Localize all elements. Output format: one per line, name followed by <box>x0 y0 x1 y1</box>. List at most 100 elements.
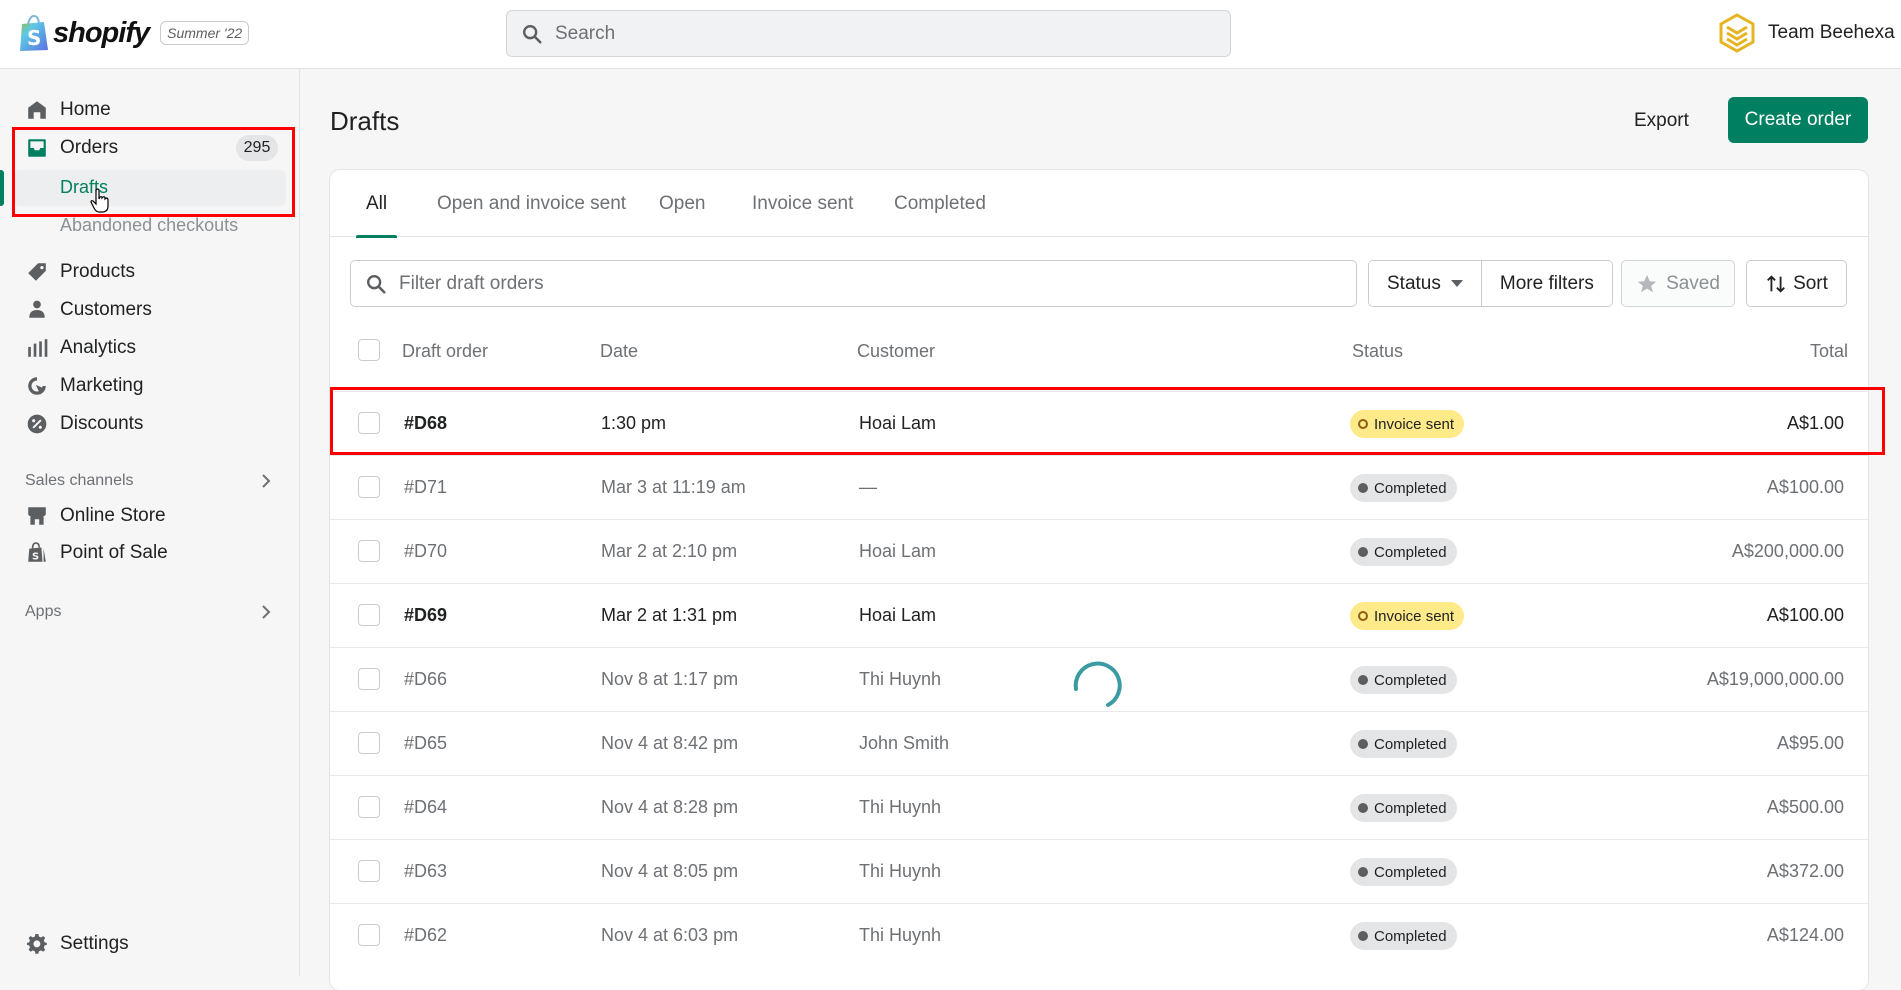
tab-open-and-invoice-sent[interactable]: Open and invoice sent <box>437 170 626 237</box>
header-draft-order[interactable]: Draft order <box>402 341 488 362</box>
sidebar-item-settings[interactable]: Settings <box>26 933 129 955</box>
draft-order-number[interactable]: #D65 <box>404 733 447 754</box>
header-date[interactable]: Date <box>600 341 638 362</box>
draft-date: Mar 3 at 11:19 am <box>601 477 746 497</box>
shopify-logo[interactable]: S shopify Summer '22 <box>18 14 250 52</box>
tab-invoice-sent[interactable]: Invoice sent <box>752 170 853 237</box>
filter-draft-orders[interactable] <box>350 260 1357 307</box>
draft-order-number[interactable]: #D64 <box>404 797 447 818</box>
row-checkbox[interactable] <box>358 924 380 946</box>
table-row[interactable]: #D69 Mar 2 at 1:31 pm Hoai Lam Invoice sent… <box>330 583 1868 647</box>
row-checkbox[interactable] <box>358 540 380 562</box>
sidebar-item-orders[interactable]: Orders <box>26 137 118 159</box>
more-filters-button[interactable]: More filters <box>1480 261 1612 306</box>
sidebar-item-customers[interactable]: Customers <box>26 299 152 321</box>
top-bar: S shopify Summer '22 Team Beehexa <box>0 0 1901 69</box>
sidebar-item-analytics[interactable]: Analytics <box>26 337 136 359</box>
sidebar-item-online-store[interactable]: Online Store <box>26 505 166 527</box>
store-menu[interactable]: Team Beehexa <box>1718 13 1895 53</box>
order-total: A$372.00 <box>1766 861 1844 881</box>
select-all-checkbox[interactable] <box>358 339 380 361</box>
brand-wordmark: shopify <box>53 16 150 49</box>
sort-button[interactable]: Sort <box>1746 260 1847 307</box>
table-row[interactable]: #D64 Nov 4 at 8:28 pm Thi Huynh Completed A$… <box>330 775 1868 839</box>
global-search[interactable] <box>506 10 1231 57</box>
draft-date: 1:30 pm <box>601 413 667 433</box>
draft-order-number[interactable]: #D68 <box>404 413 447 434</box>
store-name: Team Beehexa <box>1768 22 1895 43</box>
status-badge: Completed <box>1350 794 1457 822</box>
apps-heading: Apps <box>25 603 62 620</box>
table-row[interactable]: #D63 Nov 4 at 8:05 pm Thi Huynh Completed A$… <box>330 839 1868 903</box>
status-label: Completed <box>1374 671 1447 689</box>
active-indicator <box>0 170 4 206</box>
sales-channels-heading: Sales channels <box>25 472 134 489</box>
sidebar-item-label: Discounts <box>60 413 144 434</box>
status-label: Completed <box>1374 799 1447 817</box>
row-checkbox[interactable] <box>358 796 380 818</box>
filter-input[interactable] <box>399 272 1299 295</box>
tab-completed[interactable]: Completed <box>894 170 986 237</box>
row-checkbox[interactable] <box>358 860 380 882</box>
row-checkbox[interactable] <box>358 412 380 434</box>
saved-button[interactable]: Saved <box>1621 260 1735 307</box>
status-badge: Completed <box>1350 922 1457 950</box>
table-row[interactable]: #D71 Mar 3 at 11:19 am — Completed A$100.00 <box>330 455 1868 519</box>
bar-chart-icon <box>28 339 48 357</box>
status-dot-icon <box>1358 739 1368 749</box>
status-label: Completed <box>1374 479 1447 497</box>
table-row[interactable]: #D62 Nov 4 at 6:03 pm Thi Huynh Completed A$… <box>330 903 1868 967</box>
svg-text:S: S <box>27 26 41 50</box>
order-total: A$100.00 <box>1766 605 1844 625</box>
sidebar-item-marketing[interactable]: Marketing <box>26 375 143 397</box>
customer-name: — <box>859 477 877 497</box>
table-row[interactable]: #D68 1:30 pm Hoai Lam Invoice sent A$1.00 <box>330 391 1868 455</box>
loading-spinner-icon <box>1073 661 1122 707</box>
sidebar-item-products[interactable]: Products <box>26 261 135 283</box>
draft-order-number[interactable]: #D66 <box>404 669 447 690</box>
season-badge: Summer '22 <box>160 21 250 45</box>
sidebar-subitem-abandoned-checkouts[interactable]: Abandoned checkouts <box>60 215 238 236</box>
pos-bag-icon: S <box>28 542 46 563</box>
orders-icon <box>28 139 46 157</box>
row-checkbox[interactable] <box>358 668 380 690</box>
table-row[interactable]: #D70 Mar 2 at 2:10 pm Hoai Lam Completed A$2… <box>330 519 1868 583</box>
draft-order-number[interactable]: #D70 <box>404 541 447 562</box>
draft-date: Nov 4 at 8:05 pm <box>601 861 739 881</box>
status-label: Completed <box>1374 735 1447 753</box>
customer-name: Hoai Lam <box>859 541 937 561</box>
export-button[interactable]: Export <box>1626 100 1697 142</box>
sidebar-item-home[interactable]: Home <box>26 99 111 121</box>
sidebar-item-label: Home <box>60 99 111 120</box>
svg-text:S: S <box>32 552 39 563</box>
status-dot-icon <box>1358 803 1368 813</box>
draft-order-number[interactable]: #D62 <box>404 925 447 946</box>
order-total: A$200,000.00 <box>1731 541 1844 561</box>
store-icon <box>28 507 46 525</box>
chevron-right-icon[interactable] <box>258 473 274 489</box>
status-filter-button[interactable]: Status <box>1369 261 1481 306</box>
header-status[interactable]: Status <box>1352 341 1403 362</box>
header-total[interactable]: Total <box>1810 341 1848 362</box>
search-input[interactable] <box>555 22 1205 45</box>
draft-order-number[interactable]: #D71 <box>404 477 447 498</box>
draft-date: Nov 4 at 8:28 pm <box>601 797 739 817</box>
tab-all[interactable]: All <box>355 170 398 238</box>
table-row[interactable]: #D65 Nov 4 at 8:42 pm John Smith Completed A… <box>330 711 1868 775</box>
draft-order-number[interactable]: #D63 <box>404 861 447 882</box>
create-order-button[interactable]: Create order <box>1728 97 1868 143</box>
search-icon <box>367 274 386 294</box>
row-checkbox[interactable] <box>358 476 380 498</box>
header-customer[interactable]: Customer <box>857 341 935 362</box>
tab-open[interactable]: Open <box>659 170 705 237</box>
customer-name: Hoai Lam <box>859 605 937 625</box>
draft-order-number[interactable]: #D69 <box>404 605 447 626</box>
sidebar-item-discounts[interactable]: Discounts <box>26 413 143 435</box>
customer-name: Thi Huynh <box>859 925 942 945</box>
row-checkbox[interactable] <box>358 732 380 754</box>
order-total: A$500.00 <box>1766 797 1844 817</box>
draft-date: Nov 8 at 1:17 pm <box>601 669 739 689</box>
chevron-right-icon[interactable] <box>258 604 274 620</box>
row-checkbox[interactable] <box>358 604 380 626</box>
sidebar-item-point-of-sale[interactable]: S Point of Sale <box>26 542 168 564</box>
